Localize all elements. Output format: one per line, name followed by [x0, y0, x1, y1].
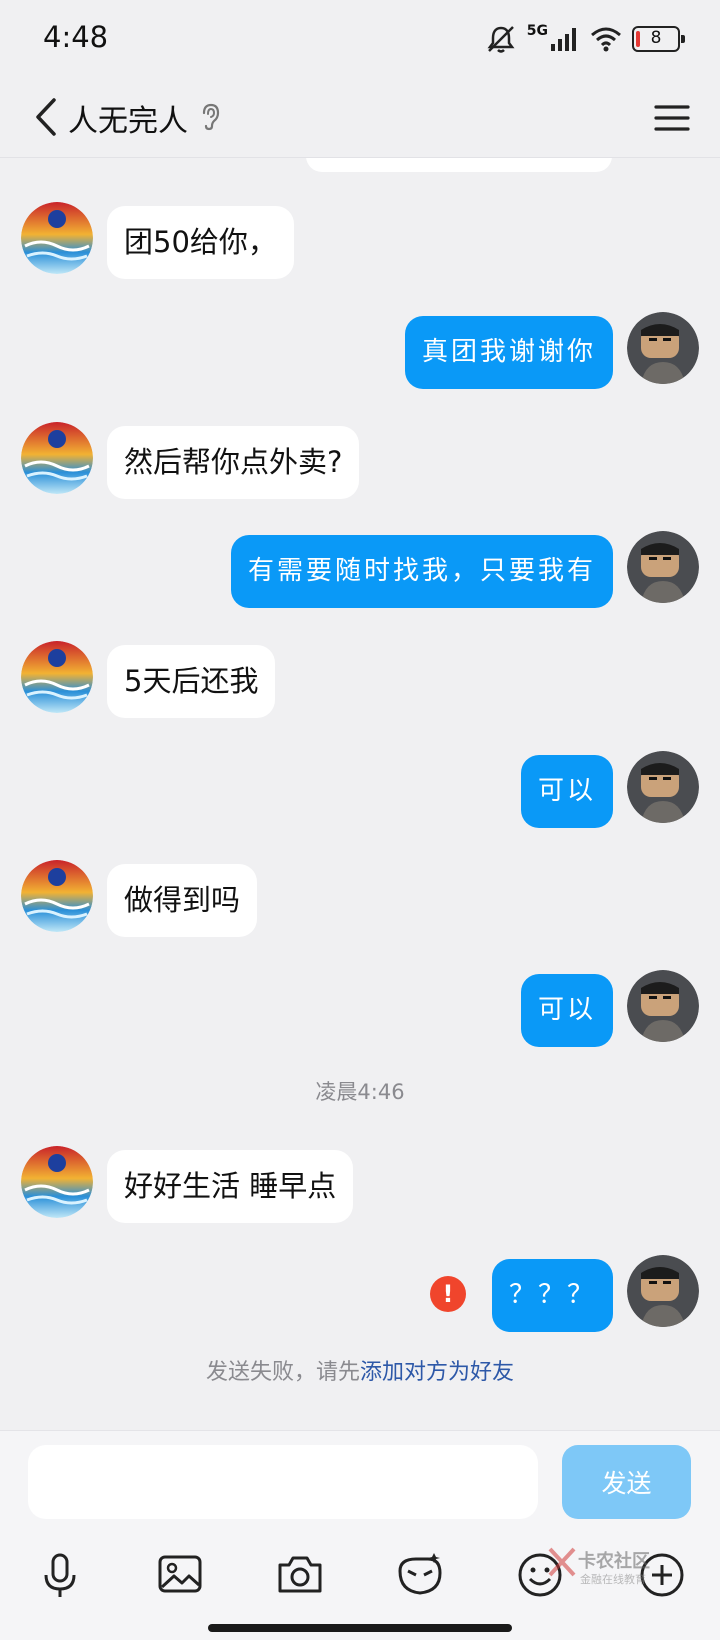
message-row: 然后帮你点外卖? [0, 422, 720, 502]
contact-avatar[interactable] [21, 860, 93, 932]
message-bubble-outgoing[interactable]: 真团我谢谢你 [404, 316, 613, 389]
message-bubble-outgoing[interactable]: 有需要随时找我，只要我有 [230, 535, 613, 608]
message-row: 有需要随时找我，只要我有 [0, 531, 720, 611]
message-bubble-incoming[interactable]: 好好生活 睡早点 [107, 1150, 354, 1223]
my-avatar[interactable] [627, 970, 699, 1042]
contact-avatar[interactable] [21, 202, 93, 274]
message-row: 5天后还我 [0, 641, 720, 721]
battery-icon: 8 [632, 26, 685, 52]
signal-icon [551, 28, 576, 51]
contact-avatar[interactable] [21, 1146, 93, 1218]
battery-level: 8 [650, 28, 662, 48]
network-label: 5G [526, 23, 548, 39]
message-row: 可以 [0, 970, 720, 1050]
time-divider: 凌晨4:46 [315, 1080, 405, 1104]
watermark-title: 卡农社区 [578, 1551, 650, 1572]
menu-icon[interactable] [652, 98, 692, 138]
chat-title[interactable]: 人无完人 [68, 96, 188, 140]
contact-avatar[interactable] [21, 422, 93, 494]
message-input[interactable] [28, 1445, 538, 1519]
my-avatar[interactable] [627, 751, 699, 823]
ear-icon[interactable] [198, 102, 224, 132]
image-icon[interactable] [154, 1549, 206, 1601]
message-row: 可以 [0, 751, 720, 831]
send-failed-icon[interactable]: ! [430, 1276, 466, 1312]
add-friend-link[interactable]: 添加对方为好友 [360, 1360, 514, 1385]
battery-fill [636, 31, 640, 47]
message-row: ! ？？？ [0, 1255, 720, 1335]
message-bubble-outgoing[interactable]: ？？？ [491, 1259, 613, 1332]
status-bar: 4:48 5G 8 [0, 0, 720, 80]
home-indicator[interactable] [208, 1624, 512, 1632]
camera-icon[interactable] [274, 1549, 326, 1601]
red-packet-icon[interactable] [394, 1549, 446, 1601]
my-avatar[interactable] [627, 312, 699, 384]
contact-avatar[interactable] [21, 641, 93, 713]
chat-header: 人无完人 [0, 80, 720, 158]
message-bubble-incoming[interactable]: 团50给你， [107, 206, 294, 279]
composer-area: 发送 [0, 1430, 720, 1640]
my-avatar[interactable] [627, 1255, 699, 1327]
my-avatar[interactable] [627, 531, 699, 603]
message-row: 好好生活 睡早点 [0, 1146, 720, 1226]
wifi-icon [591, 27, 621, 52]
partial-message-bubble [306, 158, 612, 172]
watermark-subtitle: 金融在线教育 [580, 1573, 646, 1586]
watermark-logo-icon [548, 1547, 576, 1577]
message-bubble-incoming[interactable]: 做得到吗 [107, 864, 258, 937]
chevron-left-icon[interactable] [22, 92, 72, 142]
status-time: 4:48 [43, 20, 109, 54]
fail-notice-text: 发送失败，请先 [205, 1360, 360, 1385]
message-bubble-outgoing[interactable]: 可以 [520, 755, 613, 828]
send-button[interactable]: 发送 [562, 1445, 691, 1519]
message-row: 团50给你， [0, 202, 720, 282]
message-row: 真团我谢谢你 [0, 312, 720, 392]
message-row: 做得到吗 [0, 860, 720, 940]
message-bubble-incoming[interactable]: 然后帮你点外卖? [107, 426, 360, 499]
message-list[interactable]: 团50给你， 真团我谢谢你 然后帮你点外卖? 有需要随时找我，只要我有 5天后还… [0, 158, 720, 1430]
status-icons: 5G 8 [485, 22, 685, 56]
watermark: 卡农社区 金融在线教育 [548, 1547, 668, 1587]
mute-icon [487, 26, 515, 53]
microphone-icon[interactable] [34, 1549, 86, 1601]
message-bubble-incoming[interactable]: 5天后还我 [107, 645, 276, 718]
send-failed-notice: 发送失败，请先添加对方为好友 [0, 1354, 720, 1386]
message-bubble-outgoing[interactable]: 可以 [520, 974, 613, 1047]
